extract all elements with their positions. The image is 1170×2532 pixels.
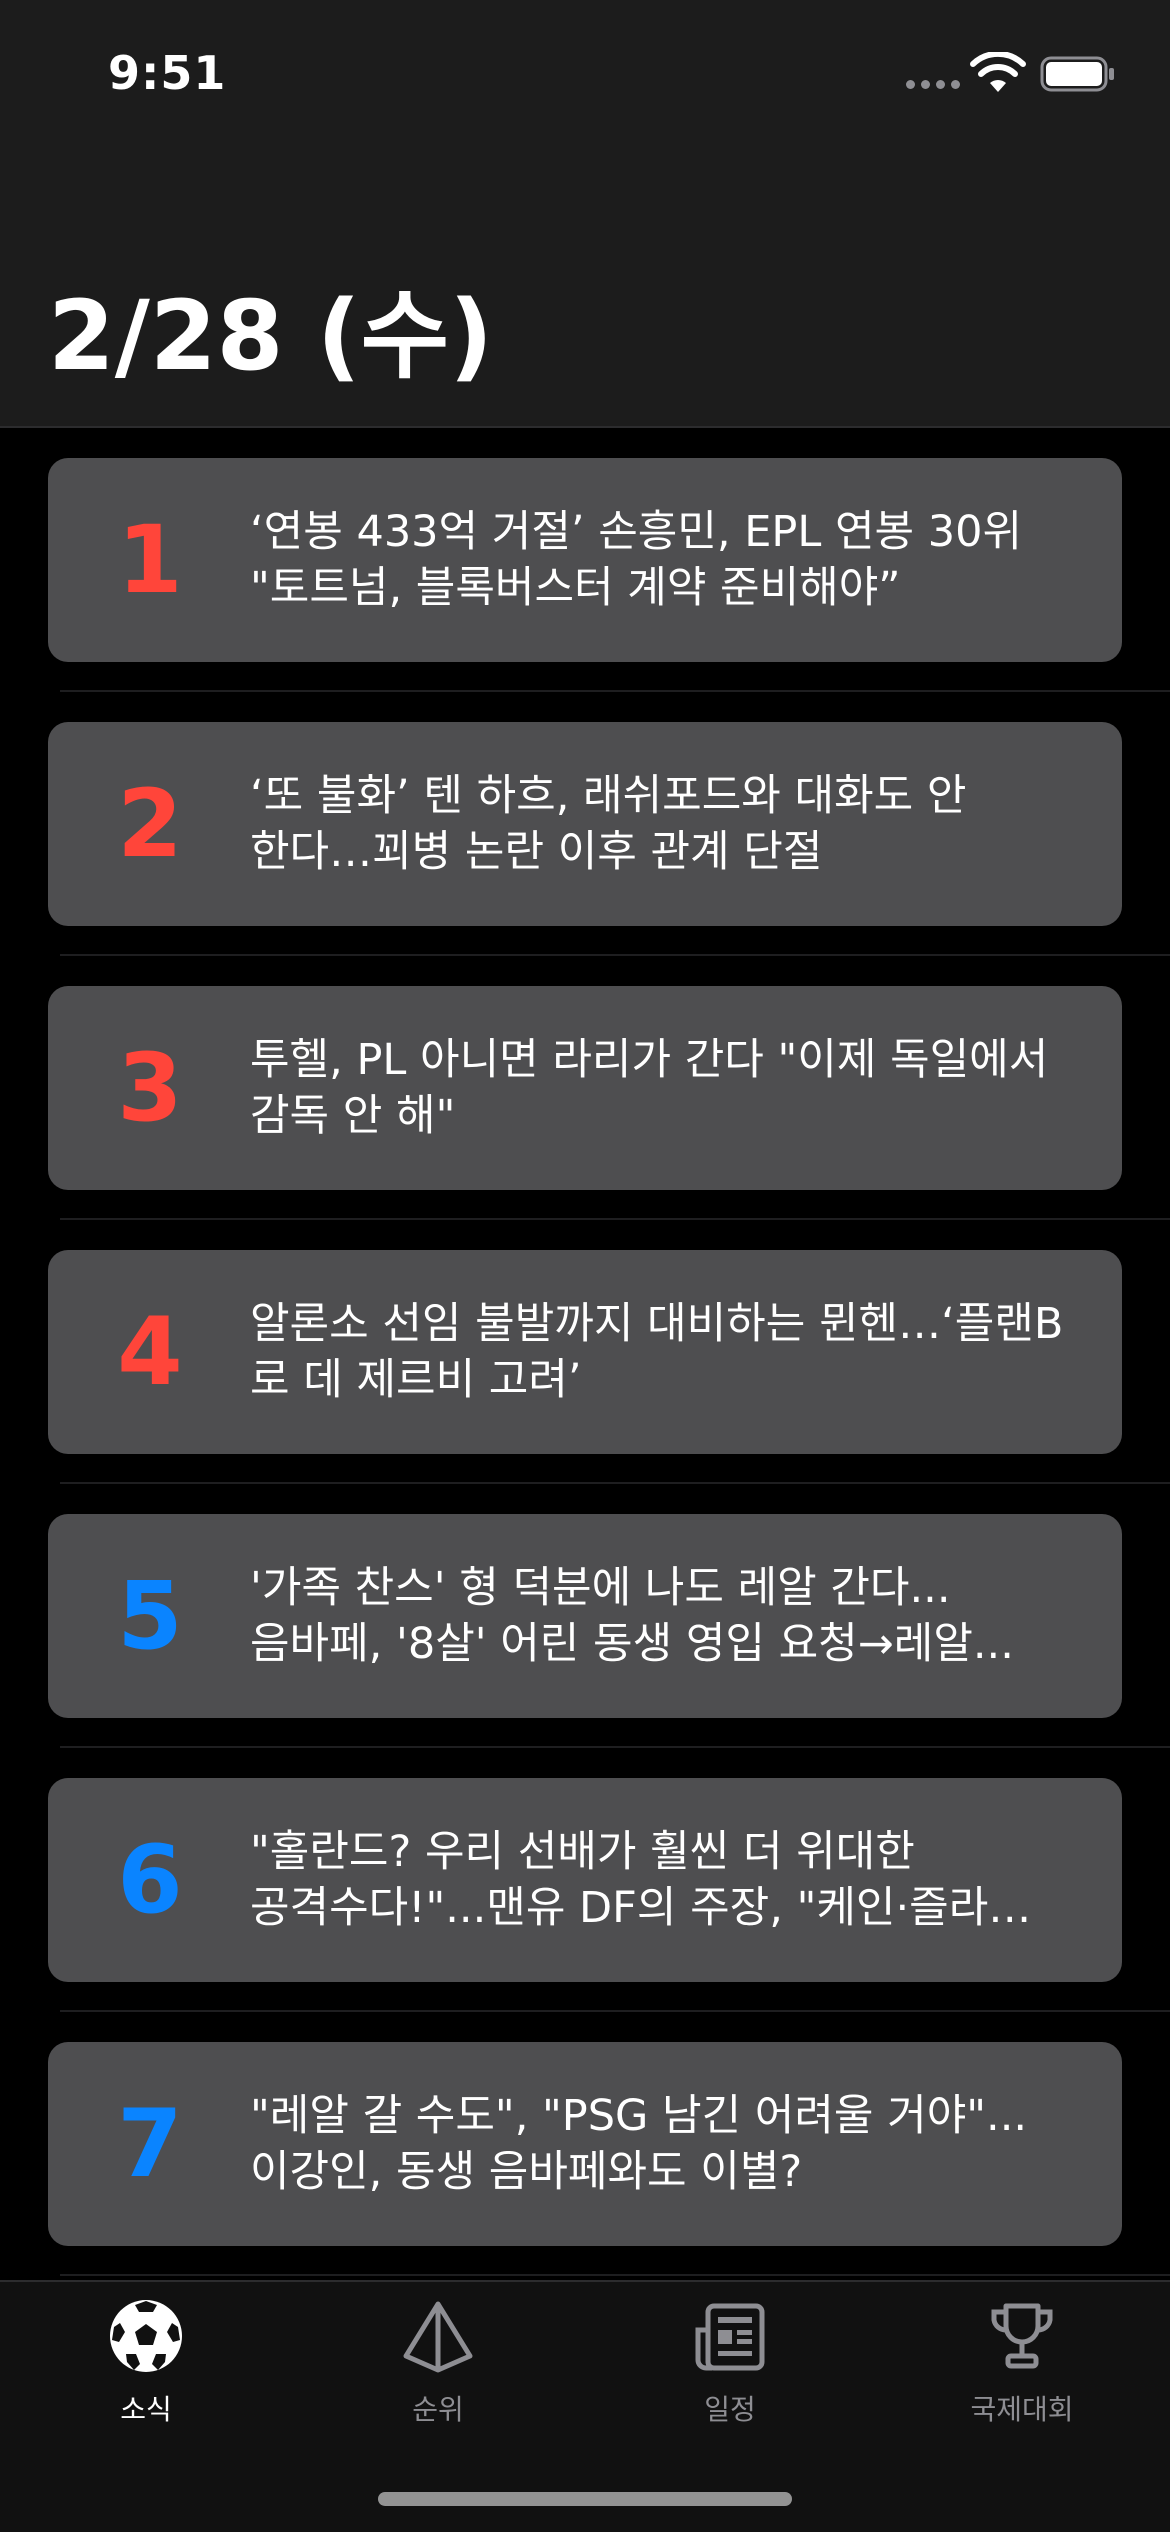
news-headline: 알론소 선임 불발까지 대비하는 뮌헨…‘플랜B 로 데 제르비 고려’	[250, 1299, 1064, 1405]
news-headline: ‘또 불화’ 텐 하흐, 래쉬포드와 대화도 안 한다…꾀병 논란 이후 관계 …	[250, 771, 967, 877]
tab-label: 소식	[120, 2393, 172, 2426]
news-row: 2 ‘또 불화’ 텐 하흐, 래쉬포드와 대화도 안 한다…꾀병 논란 이후 관…	[0, 692, 1170, 956]
tab-label: 일정	[704, 2393, 756, 2426]
soccer-ball-icon	[110, 2300, 182, 2372]
news-rank: 2	[117, 769, 183, 879]
trophy-icon	[991, 2303, 1053, 2369]
news-rank: 5	[117, 1561, 183, 1671]
status-bar: 9:51	[0, 0, 1170, 150]
news-row: 5 '가족 찬스' 형 덕분에 나도 레알 간다... 음바페, '8살' 어린…	[0, 1484, 1170, 1748]
news-row: 6 "홀란드? 우리 선배가 훨씬 더 위대한 공격수다!"...맨유 DF의 …	[0, 1748, 1170, 2012]
news-row: 1 ‘연봉 433억 거절’ 손흥민, EPL 연봉 30위 "토트넘, 블록버…	[0, 428, 1170, 692]
newspaper-icon	[695, 2303, 765, 2371]
news-card[interactable]: 6 "홀란드? 우리 선배가 훨씬 더 위대한 공격수다!"...맨유 DF의 …	[48, 1778, 1122, 1982]
news-row: 4 알론소 선임 불발까지 대비하는 뮌헨…‘플랜B 로 데 제르비 고려’	[0, 1220, 1170, 1484]
news-rank: 1	[117, 505, 183, 615]
news-headline: ‘연봉 433억 거절’ 손흥민, EPL 연봉 30위 "토트넘, 블록버스터…	[250, 507, 1023, 613]
home-indicator[interactable]	[378, 2492, 792, 2506]
news-row: 3 투헬, PL 아니면 라리가 간다 "이제 독일에서 감독 안 해"	[0, 956, 1170, 1220]
news-rank: 3	[117, 1033, 183, 1143]
tab-schedule[interactable]: 일정	[584, 2296, 876, 2446]
news-rank: 4	[117, 1297, 183, 1407]
news-headline: "홀란드? 우리 선배가 훨씬 더 위대한 공격수다!"...맨유 DF의 주장…	[250, 1827, 1032, 1933]
news-headline: "레알 갈 수도", "PSG 남긴 어려울 거야"... 이강인, 동생 음바…	[250, 2091, 1028, 2197]
pyramid-icon	[403, 2301, 473, 2373]
header: 2/28 (수)	[0, 150, 1170, 428]
cellular-signal-icon	[906, 80, 960, 89]
status-time: 9:51	[108, 46, 227, 100]
page-title: 2/28 (수)	[48, 280, 493, 392]
news-rank: 7	[117, 2089, 183, 2199]
tab-label: 순위	[412, 2393, 464, 2426]
news-card[interactable]: 5 '가족 찬스' 형 덕분에 나도 레알 간다... 음바페, '8살' 어린…	[48, 1514, 1122, 1718]
wifi-icon	[970, 52, 1026, 92]
news-list[interactable]: 1 ‘연봉 433억 거절’ 손흥민, EPL 연봉 30위 "토트넘, 블록버…	[0, 428, 1170, 2276]
tab-label: 국제대회	[970, 2393, 1074, 2426]
news-rank: 6	[117, 1825, 183, 1935]
news-card[interactable]: 7 "레알 갈 수도", "PSG 남긴 어려울 거야"... 이강인, 동생 …	[48, 2042, 1122, 2246]
battery-icon	[1040, 56, 1114, 92]
tab-international[interactable]: 국제대회	[876, 2296, 1168, 2446]
news-card[interactable]: 3 투헬, PL 아니면 라리가 간다 "이제 독일에서 감독 안 해"	[48, 986, 1122, 1190]
news-row: 7 "레알 갈 수도", "PSG 남긴 어려울 거야"... 이강인, 동생 …	[0, 2012, 1170, 2276]
row-divider	[60, 2274, 1170, 2276]
news-card[interactable]: 4 알론소 선임 불발까지 대비하는 뮌헨…‘플랜B 로 데 제르비 고려’	[48, 1250, 1122, 1454]
news-card[interactable]: 2 ‘또 불화’ 텐 하흐, 래쉬포드와 대화도 안 한다…꾀병 논란 이후 관…	[48, 722, 1122, 926]
news-card[interactable]: 1 ‘연봉 433억 거절’ 손흥민, EPL 연봉 30위 "토트넘, 블록버…	[48, 458, 1122, 662]
tab-standings[interactable]: 순위	[292, 2296, 584, 2446]
news-headline: '가족 찬스' 형 덕분에 나도 레알 간다... 음바페, '8살' 어린 동…	[250, 1563, 1014, 1669]
tab-news[interactable]: 소식	[0, 2296, 292, 2446]
news-headline: 투헬, PL 아니면 라리가 간다 "이제 독일에서 감독 안 해"	[250, 1035, 1049, 1141]
